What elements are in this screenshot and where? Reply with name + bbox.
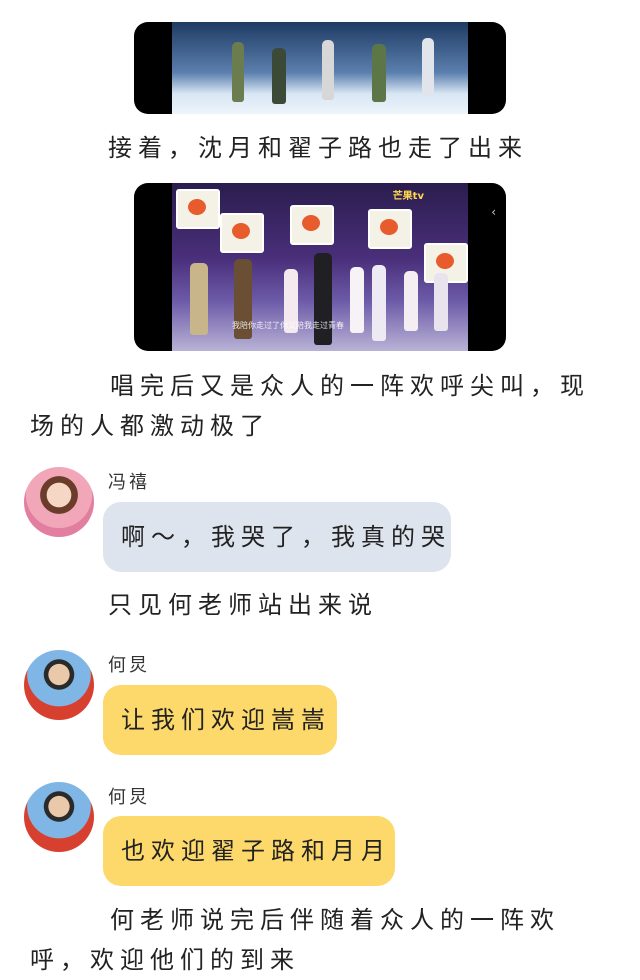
narration-line: 何老师说完后伴随着众人的一阵欢呼，欢迎他们的到来: [30, 906, 560, 974]
chat-bubble: 让我们欢迎嵩嵩: [103, 685, 337, 755]
video-frame-performance[interactable]: 芒果tv 我陪你走过了你又陪我走过青春 ‹: [134, 183, 506, 351]
chat-bubble: 啊～，我哭了，我真的哭: [103, 502, 451, 572]
narration-line: 只见何老师站出来说: [108, 591, 378, 619]
video-still-performance: 芒果tv 我陪你走过了你又陪我走过青春: [172, 183, 468, 351]
video-frame-dance[interactable]: [134, 22, 506, 114]
chevron-left-icon[interactable]: ‹: [491, 205, 496, 219]
avatar[interactable]: [24, 467, 94, 537]
sender-name: 冯禧: [108, 472, 150, 493]
video-subtitle: 我陪你走过了你又陪我走过青春: [232, 321, 344, 330]
video-watermark: 芒果tv: [392, 191, 424, 202]
avatar[interactable]: [24, 782, 94, 852]
narration-line: 接着，沈月和翟子路也走了出来: [108, 134, 528, 162]
avatar[interactable]: [24, 650, 94, 720]
sender-name: 何炅: [108, 655, 150, 676]
chat-bubble: 也欢迎翟子路和月月: [103, 816, 395, 886]
sender-name: 何炅: [108, 787, 150, 808]
video-still-dance: [172, 22, 468, 114]
narration-line: 唱完后又是众人的一阵欢呼尖叫，现场的人都激动极了: [30, 372, 590, 440]
